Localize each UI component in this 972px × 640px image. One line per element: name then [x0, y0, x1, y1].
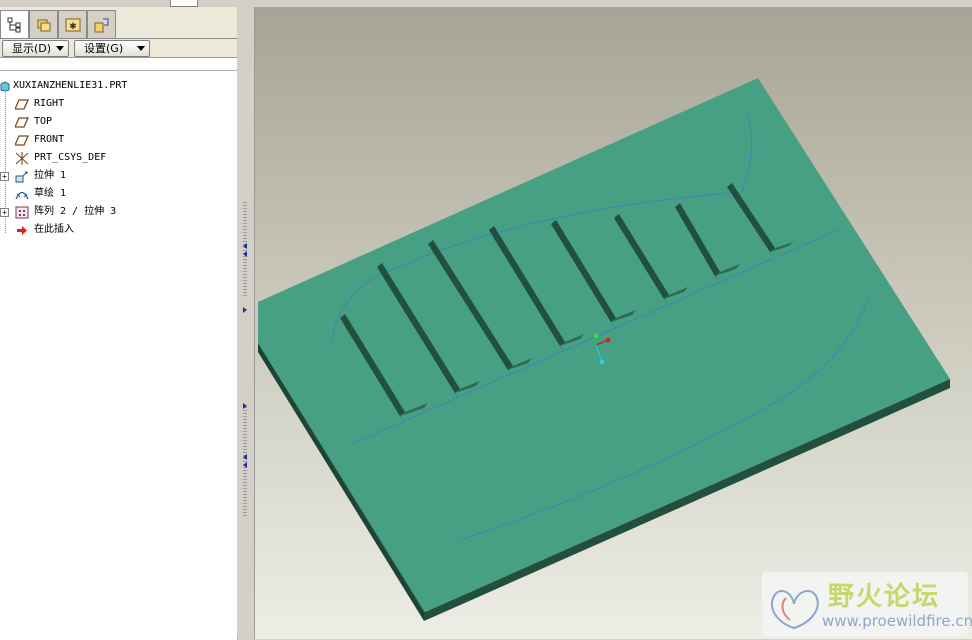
- tree-item-extrude-1[interactable]: + 拉伸 1: [0, 168, 200, 184]
- expand-icon[interactable]: +: [0, 208, 9, 217]
- collapse-left-icon[interactable]: [243, 243, 247, 249]
- show-dropdown-label: 显示(D): [12, 42, 52, 55]
- tree-item-label: RIGHT: [34, 98, 65, 109]
- tree-filter-bar: [0, 58, 237, 71]
- tree-item-label: PRT_CSYS_DEF: [34, 152, 107, 163]
- top-toolbar: [0, 0, 972, 7]
- connections-icon: [94, 18, 109, 33]
- part-icon: [0, 81, 10, 92]
- favorites-icon: ✱: [65, 18, 81, 32]
- model-view: [258, 78, 950, 621]
- sketch-icon: [15, 191, 29, 200]
- insert-here-arrow-icon: [17, 226, 27, 235]
- tab-favorites[interactable]: ✱: [58, 10, 87, 39]
- tab-divider: [0, 38, 240, 39]
- tree-item-label: TOP: [34, 116, 53, 127]
- watermark-url: www.proewildfire.cn: [822, 612, 972, 630]
- watermark-title: 野火论坛: [828, 582, 941, 612]
- tree-item-csys[interactable]: PRT_CSYS_DEF: [0, 150, 200, 166]
- settings-dropdown[interactable]: 设置(G): [74, 40, 150, 57]
- tree-item-label: 在此插入: [34, 224, 74, 235]
- expand-right-icon[interactable]: [243, 307, 247, 313]
- svg-text:✱: ✱: [69, 22, 77, 32]
- folder-browser-icon: [37, 19, 51, 32]
- expand-right-icon[interactable]: [243, 403, 247, 409]
- toolbar-field[interactable]: [170, 0, 198, 7]
- watermark: 野火论坛 www.proewildfire.cn: [762, 572, 972, 636]
- collapse-left-icon[interactable]: [243, 454, 247, 460]
- tab-folder-browser[interactable]: [29, 10, 58, 39]
- tree-item-sketch-1[interactable]: 草绘 1: [0, 186, 200, 202]
- datum-plane-icon: [15, 135, 29, 146]
- tree-item-label: 拉伸 1: [34, 170, 67, 181]
- tab-model-tree[interactable]: [0, 10, 29, 39]
- pattern-icon: [15, 206, 29, 219]
- panel-sash[interactable]: [237, 7, 255, 639]
- show-dropdown[interactable]: 显示(D): [2, 40, 69, 57]
- tree-root-label: XUXIANZHENLIE31.PRT: [13, 80, 128, 91]
- settings-dropdown-label: 设置(G): [84, 42, 124, 55]
- model-tree: XUXIANZHENLIE31.PRT RIGHT TOP FRONT PRT_…: [0, 57, 238, 640]
- coordinate-system-icon: [15, 152, 29, 165]
- tree-item-front[interactable]: FRONT: [0, 132, 200, 148]
- chevron-down-icon: [137, 46, 145, 51]
- butterfly-logo-icon: [771, 589, 819, 630]
- tree-item-label: 阵列 2 / 拉伸 3: [34, 206, 117, 217]
- graphics-viewport[interactable]: [255, 7, 972, 639]
- expand-icon[interactable]: +: [0, 172, 9, 181]
- tree-item-label: FRONT: [34, 134, 65, 145]
- extrude-icon: [15, 171, 28, 183]
- tree-item-pattern-2[interactable]: + 阵列 2 / 拉伸 3: [0, 204, 200, 220]
- tree-item-insert-here[interactable]: 在此插入: [0, 222, 200, 238]
- sash-grip: [243, 202, 247, 297]
- collapse-left-icon[interactable]: [243, 251, 247, 257]
- tree-item-right[interactable]: RIGHT: [0, 96, 200, 112]
- chevron-down-icon: [56, 46, 64, 51]
- datum-plane-icon: [15, 117, 29, 128]
- collapse-left-icon[interactable]: [243, 462, 247, 468]
- tree-item-label: 草绘 1: [34, 188, 67, 199]
- model-tree-icon: [7, 17, 21, 33]
- tree-item-top[interactable]: TOP: [0, 114, 200, 130]
- datum-plane-icon: [15, 99, 29, 110]
- tab-connections[interactable]: [87, 10, 116, 39]
